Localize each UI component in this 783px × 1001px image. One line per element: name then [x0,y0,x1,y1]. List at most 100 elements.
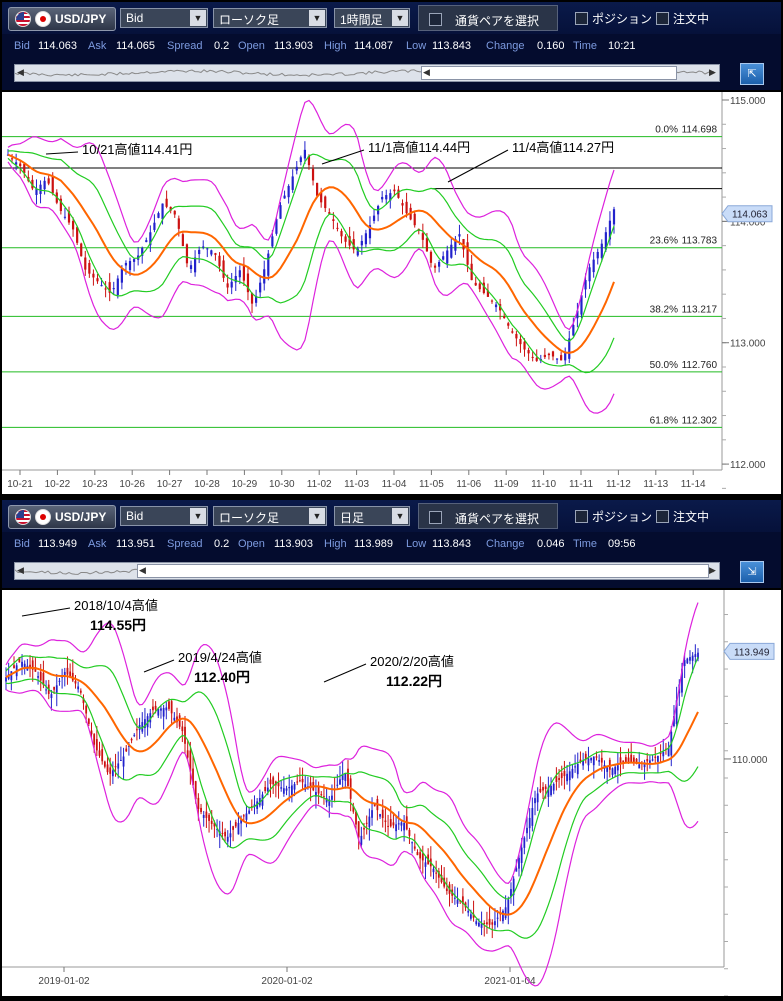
chart-settings-icon[interactable]: ⇲ [740,561,764,583]
candle-body [456,899,459,904]
spread-label: Spread [167,40,203,52]
candle-body [283,195,286,199]
candle-body [92,273,95,278]
chart-settings-icon[interactable]: ⇱ [740,63,764,85]
x-tick-label: 11-06 [456,479,481,490]
scroll-right-icon[interactable]: ▶ [709,565,716,576]
pair-select-checkbox[interactable] [429,13,442,26]
candle-body [224,831,226,837]
fib-level-value: 113.783 [682,236,718,247]
fib-level-value: 113.217 [682,304,718,315]
high-label: High [324,538,347,550]
chevron-down-icon: ▼ [190,10,206,26]
candle-body [136,729,138,731]
scrollbar-thumb[interactable] [421,66,677,80]
candle-body [263,269,266,284]
chart-type-select[interactable]: ローソク足 ▼ [213,8,327,28]
candle-body [555,776,558,783]
candle-body [181,726,184,732]
candle-body [568,771,571,781]
candle-body [560,355,563,361]
annotation-label: 2020/2/20高値 [370,654,454,669]
time-value: 09:56 [608,538,636,550]
candle-body [332,219,335,221]
scroll-left-icon[interactable]: ◀ [17,67,24,78]
low-value: 113.843 [432,538,471,550]
scrollbar-track[interactable]: ◀ ◀ ▶ [14,64,720,82]
currency-pair-button[interactable]: USD/JPY [8,505,116,529]
candle-body [98,750,101,756]
scroll-left-icon[interactable]: ◀ [423,67,430,78]
chevron-down-icon: ▼ [392,508,408,524]
candle-body [50,694,53,698]
pair-select-label: 通貨ペアを選択 [455,14,540,28]
candle-body [269,779,272,785]
change-value: 0.160 [537,40,565,52]
order-checkbox[interactable] [656,12,669,25]
scrollbar-thumb[interactable] [137,564,709,578]
candle-body [381,196,384,200]
scroll-right-icon[interactable]: ▶ [709,67,716,78]
price-type-select[interactable]: Bid ▼ [120,8,208,28]
candle-body [173,210,176,215]
candle-body [595,756,598,758]
order-label: 注文中 [673,510,710,524]
jp-flag-icon [35,11,51,27]
pair-select-button[interactable]: 通貨ペアを選択 [418,503,558,529]
daily-chart-area[interactable]: 110.000 2019-01-02 2020-01-02 2021-01-04 113… [2,590,781,997]
scroll-left-icon[interactable]: ◀ [17,565,24,576]
candle-body [10,158,14,160]
x-tick-label: 10-29 [232,479,258,490]
hourly-chart-svg: 112.000113.000114.000115.00010-21 10-22 10… [2,92,773,490]
candle-body [611,768,614,775]
candle-body [230,281,233,288]
scroll-left-icon[interactable]: ◀ [139,565,146,576]
scrollbar-track[interactable]: ◀ ◀ ▶ [14,562,720,580]
chart-scrollbar[interactable]: ◀ ◀ ▶ ⇱ [2,58,781,90]
us-flag-icon [15,11,31,27]
position-checkbox[interactable] [575,12,588,25]
candle-body [114,766,117,768]
open-value: 113.903 [274,40,313,52]
fib-level-pct: 0.0% [655,125,678,136]
position-label: ポジション [592,12,653,26]
candle-body [592,756,595,766]
chart-type-select[interactable]: ローソク足 ▼ [213,506,327,526]
timeframe-select[interactable]: 日足 ▼ [334,506,410,526]
open-label: Open [238,538,265,550]
timeframe-select[interactable]: 1時間足 ▼ [334,8,410,28]
candle-body [76,227,79,243]
price-type-select[interactable]: Bid ▼ [120,506,208,526]
candle-body [336,227,339,229]
hourly-chart-area[interactable]: 112.000 113.000 114.000 115.000 10-21 10-22 10… [2,92,781,494]
candle-body [214,253,217,255]
candle-body [245,813,248,820]
candle-body [364,233,368,245]
candle-body [571,768,574,778]
currency-pair-button[interactable]: USD/JPY [8,7,116,31]
position-checkbox[interactable] [575,510,588,523]
candle-body [88,262,91,274]
order-checkbox[interactable] [656,510,669,523]
price-type-value: Bid [126,11,144,25]
bid-value: 113.949 [38,538,77,550]
pair-select-checkbox[interactable] [429,511,442,524]
annotation-label: 2018/10/4高値 [74,598,158,613]
candle-body [165,707,168,711]
spread-label: Spread [167,538,203,550]
chart-scrollbar[interactable]: ◀ ◀ ▶ ⇲ [2,556,781,588]
pair-select-button[interactable]: 通貨ペアを選択 [418,5,558,31]
candle-body [200,807,202,813]
candle-body [614,766,617,774]
candle-body [186,750,189,758]
candle-body [202,814,205,818]
candle-body [232,826,235,830]
candle-body [401,203,404,206]
candle-body [504,907,507,919]
position-label: ポジション [592,510,653,524]
candle-body [170,701,173,714]
candle-body [93,734,96,745]
x-tick-label: 2019-01-02 [38,976,90,987]
candle-body [229,833,232,838]
candle-body [130,738,133,741]
